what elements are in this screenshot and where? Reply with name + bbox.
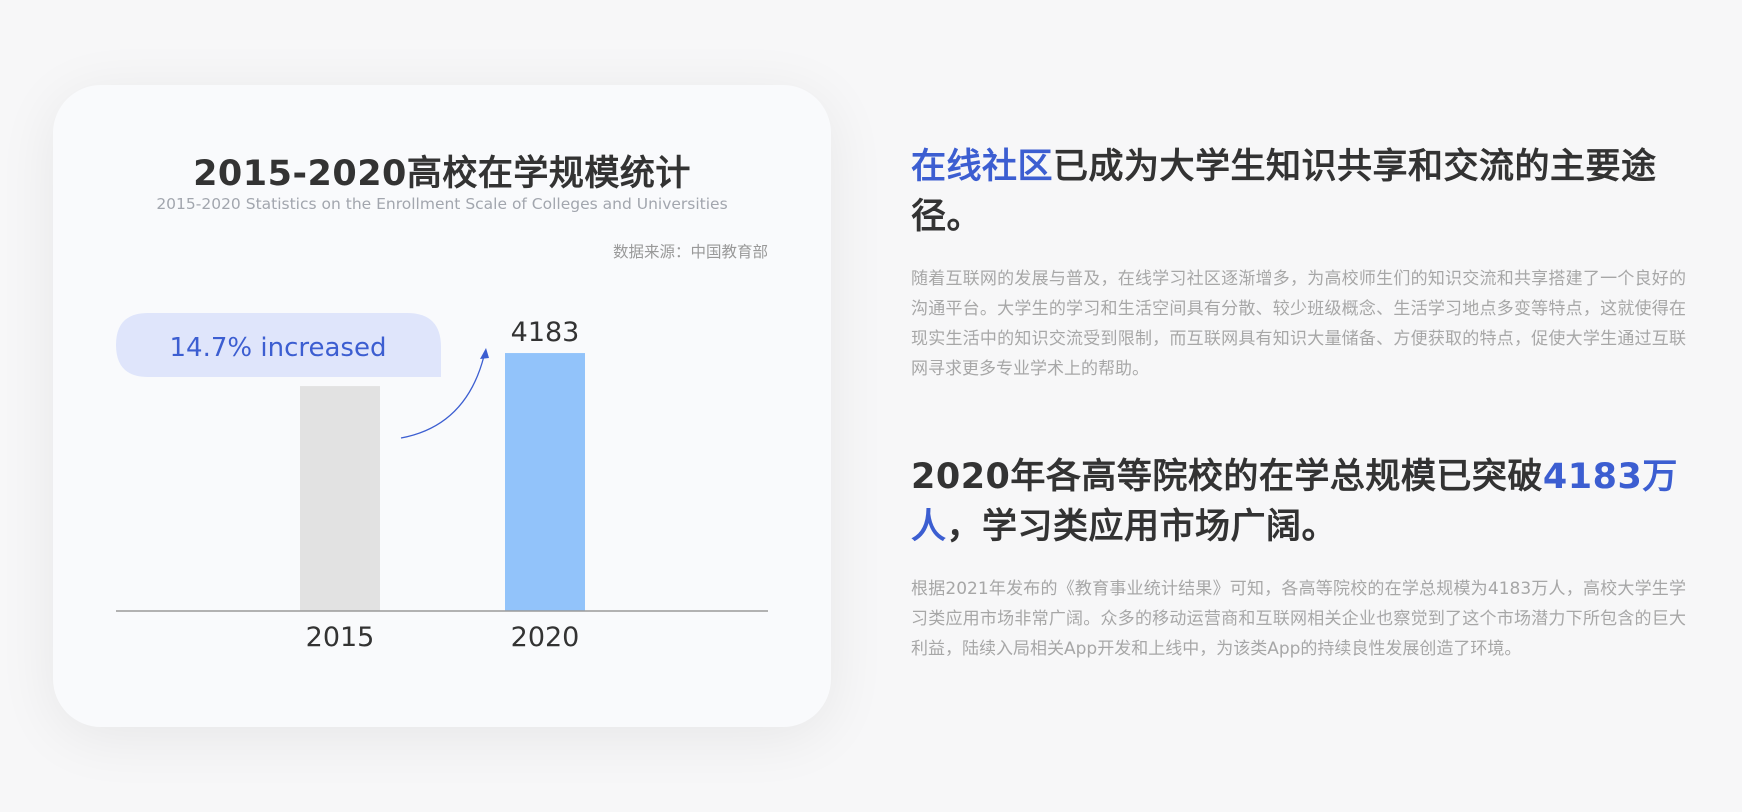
page: 2015-2020高校在学规模统计 2015-2020 Statistics o… [0,0,1742,812]
bar-2015 [300,386,380,611]
heading-pre: 2020年各高等院校的在学总规模已突破 [911,457,1543,497]
text-block-community: 在线社区已成为大学生知识共享和交流的主要途径。 随着互联网的发展与普及，在线学习… [911,142,1686,384]
x-tick-label-2015: 2015 [306,622,375,653]
paragraph-community: 随着互联网的发展与普及，在线学习社区逐渐增多，为高校师生们的知识交流和共享搭建了… [911,269,1686,379]
heading-scale: 2020年各高等院校的在学总规模已突破4183万人，学习类应用市场广阔。 [911,452,1686,552]
value-label-2020: 4183 [511,317,580,348]
heading-community: 在线社区已成为大学生知识共享和交流的主要途径。 [911,142,1686,242]
text-block-scale: 2020年各高等院校的在学总规模已突破4183万人，学习类应用市场广阔。 根据2… [911,452,1686,664]
bar-2020 [505,353,585,611]
bar-chart: 3647201541832020 14.7% increased [116,313,768,653]
paragraph-scale: 根据2021年发布的《教育事业统计结果》可知，各高等院校的在学总规模为4183万… [911,579,1686,659]
heading-rest: ，学习类应用市场广阔。 [946,507,1338,547]
x-tick-label-2020: 2020 [511,622,580,653]
arrow-head-icon [480,348,489,359]
chart-card: 2015-2020高校在学规模统计 2015-2020 Statistics o… [53,85,831,727]
increase-annotation: 14.7% increased [170,333,387,363]
heading-accent: 在线社区 [911,147,1054,187]
